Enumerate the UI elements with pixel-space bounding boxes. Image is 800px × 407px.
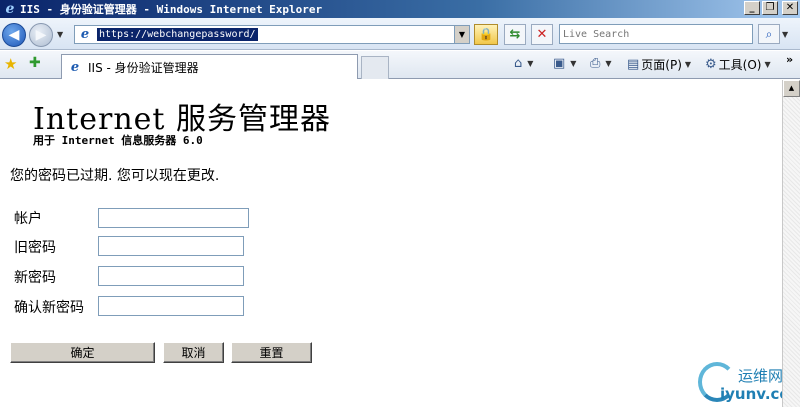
- cancel-button[interactable]: 取消: [163, 342, 224, 363]
- address-bar[interactable]: e https://webchangepassword/ ▼: [74, 25, 470, 44]
- ie-logo-icon: e: [5, 1, 15, 17]
- favorites-star-icon[interactable]: ★: [4, 55, 17, 73]
- address-dropdown-icon[interactable]: ▼: [454, 26, 469, 43]
- tab-label: IIS - 身份验证管理器: [88, 60, 199, 75]
- account-input[interactable]: [98, 208, 249, 228]
- close-button[interactable]: ✕: [782, 1, 798, 15]
- refresh-icon[interactable]: ⇆: [504, 24, 526, 45]
- page-menu[interactable]: ▤ 页面(P) ▼: [627, 56, 691, 73]
- address-url[interactable]: https://webchangepassword/: [97, 28, 258, 41]
- print-dropdown-icon[interactable]: ▼: [605, 59, 611, 68]
- stop-icon[interactable]: ✕: [531, 24, 553, 45]
- tab-iis[interactable]: e IIS - 身份验证管理器: [61, 54, 358, 79]
- page-icon: ▤: [627, 57, 640, 72]
- confirm-password-label: 确认新密码: [14, 300, 84, 316]
- old-password-input[interactable]: [98, 236, 244, 256]
- minimize-button[interactable]: _: [744, 1, 760, 15]
- new-password-input[interactable]: [98, 266, 244, 286]
- watermark-cn-text: 运维网: [738, 367, 784, 385]
- printer-icon: ⎙: [590, 56, 601, 71]
- page-content: Internet 服务管理器 用于 Internet 信息服务器 6.0 您的密…: [0, 80, 800, 407]
- search-dropdown-icon[interactable]: ▼: [782, 30, 788, 39]
- home-icon: ⌂: [514, 56, 523, 71]
- tools-menu-label: 工具(O): [718, 58, 762, 72]
- home-dropdown-icon[interactable]: ▼: [527, 59, 533, 68]
- tab-favicon-icon: e: [70, 59, 80, 75]
- window-title: IIS - 身份验证管理器 - Windows Internet Explore…: [20, 3, 323, 16]
- rss-feed-icon: ▣: [553, 56, 566, 71]
- window-title-bar: e IIS - 身份验证管理器 - Windows Internet Explo…: [0, 0, 800, 18]
- print-button[interactable]: ⎙ ▼: [590, 56, 612, 71]
- gear-icon: ⚙: [705, 57, 717, 72]
- search-input[interactable]: [559, 24, 753, 44]
- window-controls: _ ❐ ✕: [744, 1, 798, 15]
- reset-button[interactable]: 重置: [231, 342, 312, 363]
- new-tab-button[interactable]: [361, 56, 389, 79]
- maximize-button[interactable]: ❐: [762, 1, 778, 15]
- page-dropdown-icon: ▼: [684, 60, 692, 69]
- vertical-scrollbar[interactable]: ▲: [782, 80, 800, 407]
- navigation-bar: ◀ ▶ ▼ e https://webchangepassword/ ▼ 🔒 ⇆…: [0, 18, 800, 50]
- page-subtitle: 用于 Internet 信息服务器 6.0: [33, 134, 203, 147]
- feeds-button[interactable]: ▣ ▼: [553, 56, 576, 71]
- confirm-password-input[interactable]: [98, 296, 244, 316]
- account-label: 帐户: [14, 211, 42, 227]
- add-favorite-icon[interactable]: ✚: [29, 55, 41, 71]
- page-favicon-icon: e: [80, 26, 90, 42]
- back-arrow-icon[interactable]: ◀: [2, 23, 26, 47]
- watermark-logo: 运维网 iyunv.com: [698, 358, 800, 406]
- new-password-label: 新密码: [14, 270, 56, 286]
- page-menu-label: 页面(P): [641, 58, 682, 72]
- tools-menu[interactable]: ⚙ 工具(O) ▼: [705, 56, 771, 73]
- old-password-label: 旧密码: [14, 240, 56, 256]
- tools-dropdown-icon: ▼: [764, 60, 771, 69]
- password-expired-message: 您的密码已过期. 您可以现在更改.: [10, 168, 220, 184]
- home-button[interactable]: ⌂ ▼: [514, 56, 533, 71]
- chevron-more-icon[interactable]: »: [786, 53, 793, 66]
- search-icon[interactable]: ⌕: [758, 24, 780, 44]
- lock-icon[interactable]: 🔒: [474, 24, 498, 45]
- ok-button[interactable]: 确定: [10, 342, 155, 363]
- command-bar: ★ ✚ e IIS - 身份验证管理器 ⌂ ▼ ▣ ▼ ⎙ ▼ ▤ 页面(P) ▼ ⚙…: [0, 51, 800, 79]
- feeds-dropdown-icon[interactable]: ▼: [570, 59, 576, 68]
- scroll-up-icon[interactable]: ▲: [783, 80, 800, 97]
- history-dropdown-icon[interactable]: ▼: [57, 30, 67, 42]
- forward-arrow-icon[interactable]: ▶: [29, 23, 53, 47]
